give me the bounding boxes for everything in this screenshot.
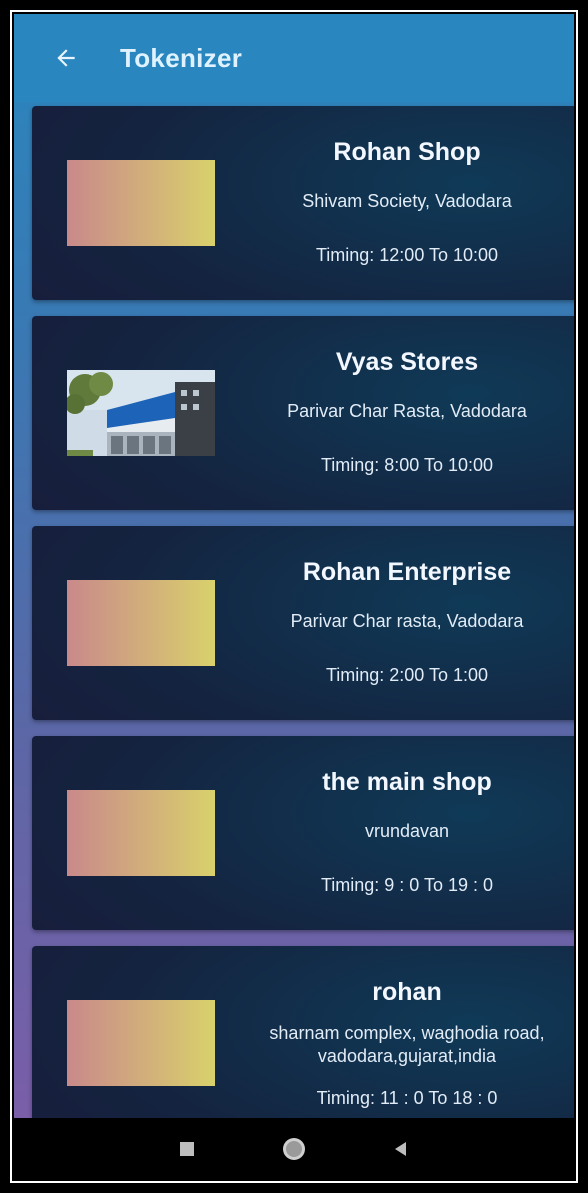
shop-info: Rohan Enterprise Parivar Char rasta, Vad… (242, 526, 572, 720)
square-icon (180, 1142, 195, 1156)
shop-address: Parivar Char Rasta, Vadodara (287, 401, 527, 421)
store-photo-image (67, 370, 215, 456)
shop-image-placeholder (67, 580, 215, 666)
shop-timing: Timing: 12:00 To 10:00 (315, 245, 499, 265)
shop-card[interactable]: Rohan Shop Shivam Society, Vadodara Timi… (32, 106, 574, 300)
system-nav-bar (14, 1118, 574, 1180)
shop-address: sharnam complex, waghodia road, vadodara… (269, 1023, 545, 1066)
shop-name: Rohan Shop (333, 138, 481, 166)
page-title: Tokenizer (120, 42, 243, 73)
shop-card[interactable]: Vyas Stores Parivar Char Rasta, Vadodara… (32, 316, 574, 510)
shop-name: the main shop (322, 768, 492, 796)
shop-image-placeholder (67, 160, 215, 246)
back-button[interactable] (36, 28, 96, 88)
shop-address: Parivar Char rasta, Vadodara (290, 611, 524, 631)
shop-info: Vyas Stores Parivar Char Rasta, Vadodara… (242, 316, 572, 510)
shop-name: Rohan Enterprise (302, 558, 512, 586)
app-bar: Tokenizer (14, 14, 574, 102)
shop-timing: Timing: 8:00 To 10:00 (320, 455, 494, 475)
triangle-back-icon (394, 1142, 406, 1156)
recents-button[interactable] (167, 1129, 207, 1169)
shop-name: Vyas Stores (335, 348, 479, 376)
shop-timing: Timing: 2:00 To 1:00 (325, 665, 489, 685)
shop-timing: Timing: 9 : 0 To 19 : 0 (320, 875, 494, 895)
shop-timing: Timing: 11 : 0 To 18 : 0 (316, 1088, 498, 1108)
shop-info: the main shop vrundavan Timing: 9 : 0 To… (242, 736, 572, 930)
circle-icon (282, 1138, 305, 1160)
shop-address: vrundavan (364, 821, 450, 841)
shop-address: Shivam Society, Vadodara (302, 191, 512, 211)
shop-card[interactable]: the main shop vrundavan Timing: 9 : 0 To… (32, 736, 574, 930)
app-screen: Tokenizer Rohan Shop Shivam Society, Vad… (14, 14, 574, 1118)
home-button[interactable] (274, 1129, 314, 1169)
shop-image-placeholder (67, 790, 215, 876)
shop-card[interactable]: Rohan Enterprise Parivar Char rasta, Vad… (32, 526, 574, 720)
shop-image (67, 370, 215, 456)
shop-card[interactable]: rohan sharnam complex, waghodia road, va… (32, 946, 574, 1118)
shop-info: rohan sharnam complex, waghodia road, va… (242, 946, 572, 1118)
shop-image-placeholder (67, 1000, 215, 1086)
arrow-left-icon (57, 49, 75, 67)
nav-back-button[interactable] (381, 1129, 421, 1169)
shop-name: rohan (372, 978, 442, 1006)
shop-info: Rohan Shop Shivam Society, Vadodara Timi… (242, 106, 572, 300)
